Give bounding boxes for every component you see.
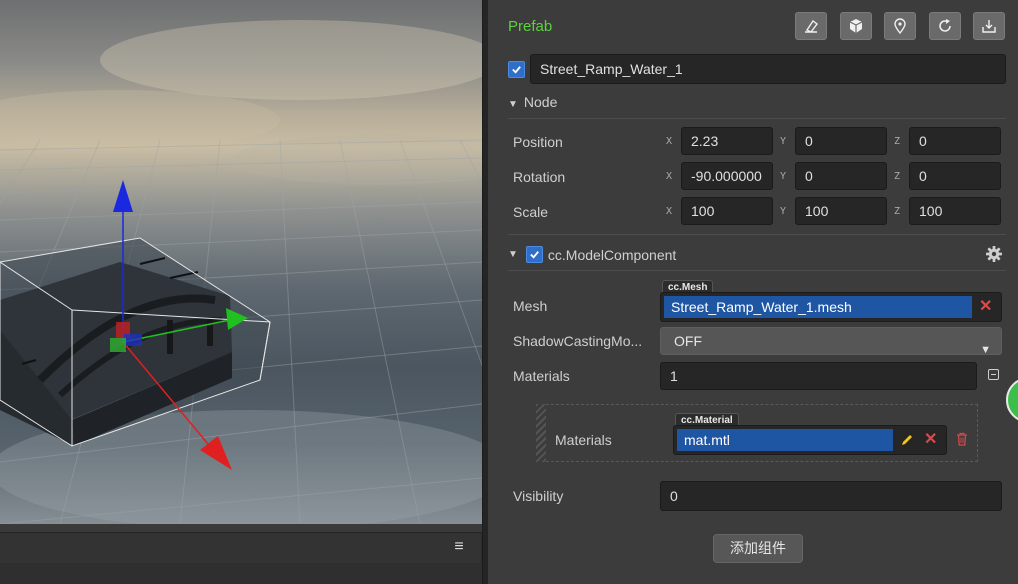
trash-icon — [957, 432, 967, 446]
remove-mesh-icon[interactable]: ✕ — [979, 299, 992, 315]
console-header: ≡ — [0, 532, 481, 564]
remove-material-icon[interactable]: ✕ — [924, 432, 937, 448]
rotation-z-input[interactable]: 0 — [909, 162, 1001, 190]
floating-action-button[interactable] — [1006, 377, 1018, 423]
collapse-triangle-icon: ▼ — [508, 99, 518, 110]
axis-x-label: X — [666, 136, 673, 147]
node-active-checkbox[interactable] — [508, 61, 525, 78]
dropdown-arrow-icon: ▼ — [980, 344, 991, 356]
materials-label: Materials — [513, 368, 570, 384]
scale-z-input[interactable]: 100 — [909, 197, 1001, 225]
collapse-array-icon[interactable] — [988, 369, 999, 380]
axis-x-label: X — [666, 171, 673, 182]
section-divider — [508, 234, 1006, 235]
axis-y-label: Y — [780, 136, 787, 147]
node-section-header[interactable]: ▼ Node — [508, 94, 557, 110]
save-down-icon — [982, 20, 996, 33]
scene-bottom-strip — [0, 524, 482, 532]
mesh-label: Mesh — [513, 298, 548, 314]
node-section-title: Node — [523, 94, 558, 110]
shadow-casting-value: OFF — [674, 333, 702, 349]
axis-x-label: X — [666, 206, 673, 217]
eraser-icon — [805, 19, 818, 33]
rotation-label: Rotation — [513, 169, 566, 185]
section-divider — [508, 118, 1006, 119]
component-title: cc.ModelComponent — [547, 246, 677, 263]
checkmark-icon — [512, 66, 521, 74]
section-divider — [508, 270, 1006, 271]
mesh-asset-value[interactable]: Street_Ramp_Water_1.mesh — [664, 296, 972, 318]
add-component-button[interactable]: 添加组件 — [713, 534, 803, 563]
scale-x-input[interactable]: 100 — [681, 197, 773, 225]
cube-icon — [849, 19, 863, 33]
gear-icon — [986, 246, 1002, 262]
hamburger-menu-icon[interactable]: ≡ — [451, 539, 467, 555]
rotation-x-input[interactable]: -90.000000 — [681, 162, 773, 190]
mesh-asset-field[interactable]: Street_Ramp_Water_1.mesh ✕ — [660, 292, 1002, 322]
position-y-input[interactable]: 0 — [795, 127, 887, 155]
material-asset-value[interactable]: mat.mtl — [677, 429, 893, 451]
cube-button[interactable] — [840, 12, 872, 40]
shadow-casting-dropdown[interactable]: OFF ▼ — [660, 327, 1002, 356]
scene-grid — [0, 0, 482, 524]
collapse-triangle-icon: ▼ — [508, 249, 518, 260]
shadow-casting-label: ShadowCastingMo... — [513, 333, 643, 349]
materials-count-input[interactable]: 1 — [660, 362, 977, 390]
visibility-input[interactable]: 0 — [660, 481, 1002, 511]
scene-viewport[interactable] — [0, 0, 482, 524]
position-label: Position — [513, 134, 563, 150]
position-x-input[interactable]: 2.23 — [681, 127, 773, 155]
material-item-label: Materials — [555, 432, 612, 448]
scale-label: Scale — [513, 204, 549, 220]
console-panel — [0, 563, 482, 584]
scale-y-input[interactable]: 100 — [795, 197, 887, 225]
node-name-input[interactable]: Street_Ramp_Water_1 — [530, 54, 1006, 84]
material-asset-field[interactable]: mat.mtl ✕ — [673, 425, 947, 455]
apply-prefab-button[interactable] — [973, 12, 1005, 40]
axis-y-label: Y — [780, 206, 787, 217]
position-z-input[interactable]: 0 — [909, 127, 1001, 155]
refresh-icon — [939, 19, 951, 32]
inspector-panel: Prefab Street_Ramp_Water_1 ▼ Node Positio… — [488, 0, 1018, 584]
delete-element-button[interactable] — [955, 432, 969, 446]
drag-handle[interactable] — [536, 404, 546, 462]
location-pin-icon — [894, 18, 906, 34]
rotation-y-input[interactable]: 0 — [795, 162, 887, 190]
axis-z-label: Z — [894, 206, 901, 217]
eraser-button[interactable] — [795, 12, 827, 40]
axis-z-label: Z — [894, 171, 901, 182]
component-settings-button[interactable] — [985, 245, 1003, 263]
component-header[interactable]: ▼ cc.ModelComponent — [508, 246, 676, 263]
prefab-label: Prefab — [508, 18, 553, 35]
axis-y-label: Y — [780, 171, 787, 182]
revert-button[interactable] — [929, 12, 961, 40]
axis-z-label: Z — [894, 136, 901, 147]
visibility-label: Visibility — [513, 488, 564, 504]
edit-material-icon[interactable] — [900, 433, 914, 447]
component-enabled-checkbox[interactable] — [525, 246, 543, 263]
checkmark-icon — [530, 251, 539, 259]
locate-button[interactable] — [884, 12, 916, 40]
